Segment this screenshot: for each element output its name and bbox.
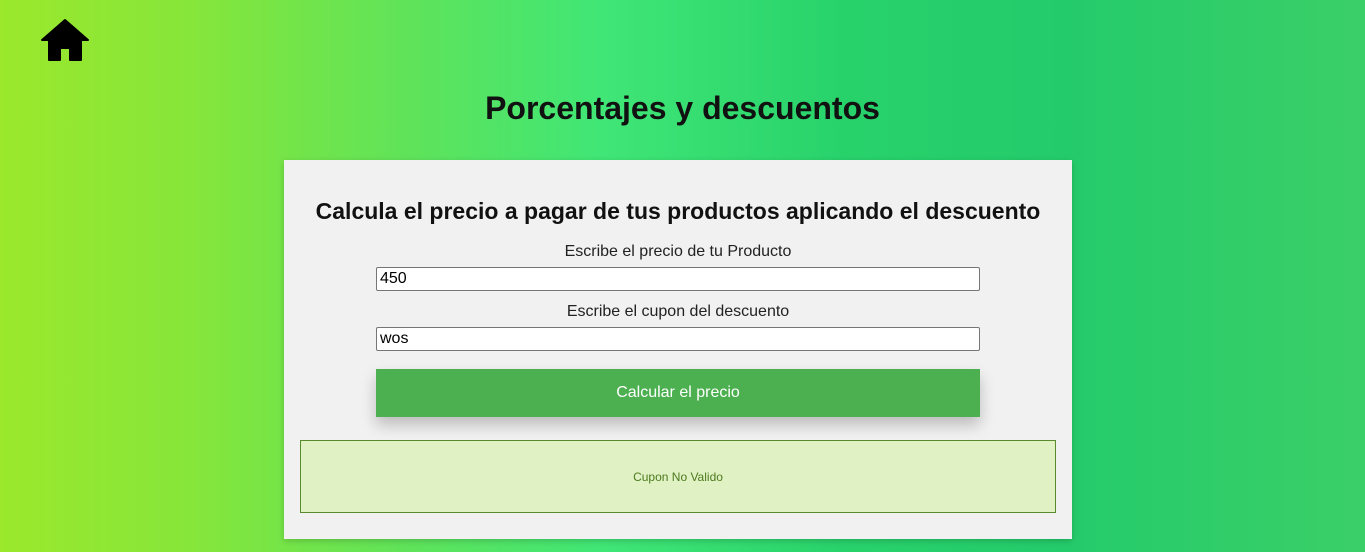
result-message: Cupon No Valido xyxy=(633,469,723,484)
calculate-price-button[interactable]: Calcular el precio xyxy=(376,369,980,417)
home-icon xyxy=(41,19,89,61)
home-button[interactable] xyxy=(40,18,90,62)
result-message-box: Cupon No Valido xyxy=(300,440,1056,513)
price-input[interactable] xyxy=(376,267,980,291)
price-label: Escribe el precio de tu Producto xyxy=(564,243,792,260)
coupon-input[interactable] xyxy=(376,327,980,351)
discount-calculator-card: Calcula el precio a pagar de tus product… xyxy=(284,160,1072,539)
page-title: Porcentajes y descuentos xyxy=(485,90,880,126)
coupon-label: Escribe el cupon del descuento xyxy=(566,303,790,320)
card-title: Calcula el precio a pagar de tus product… xyxy=(315,198,1041,224)
